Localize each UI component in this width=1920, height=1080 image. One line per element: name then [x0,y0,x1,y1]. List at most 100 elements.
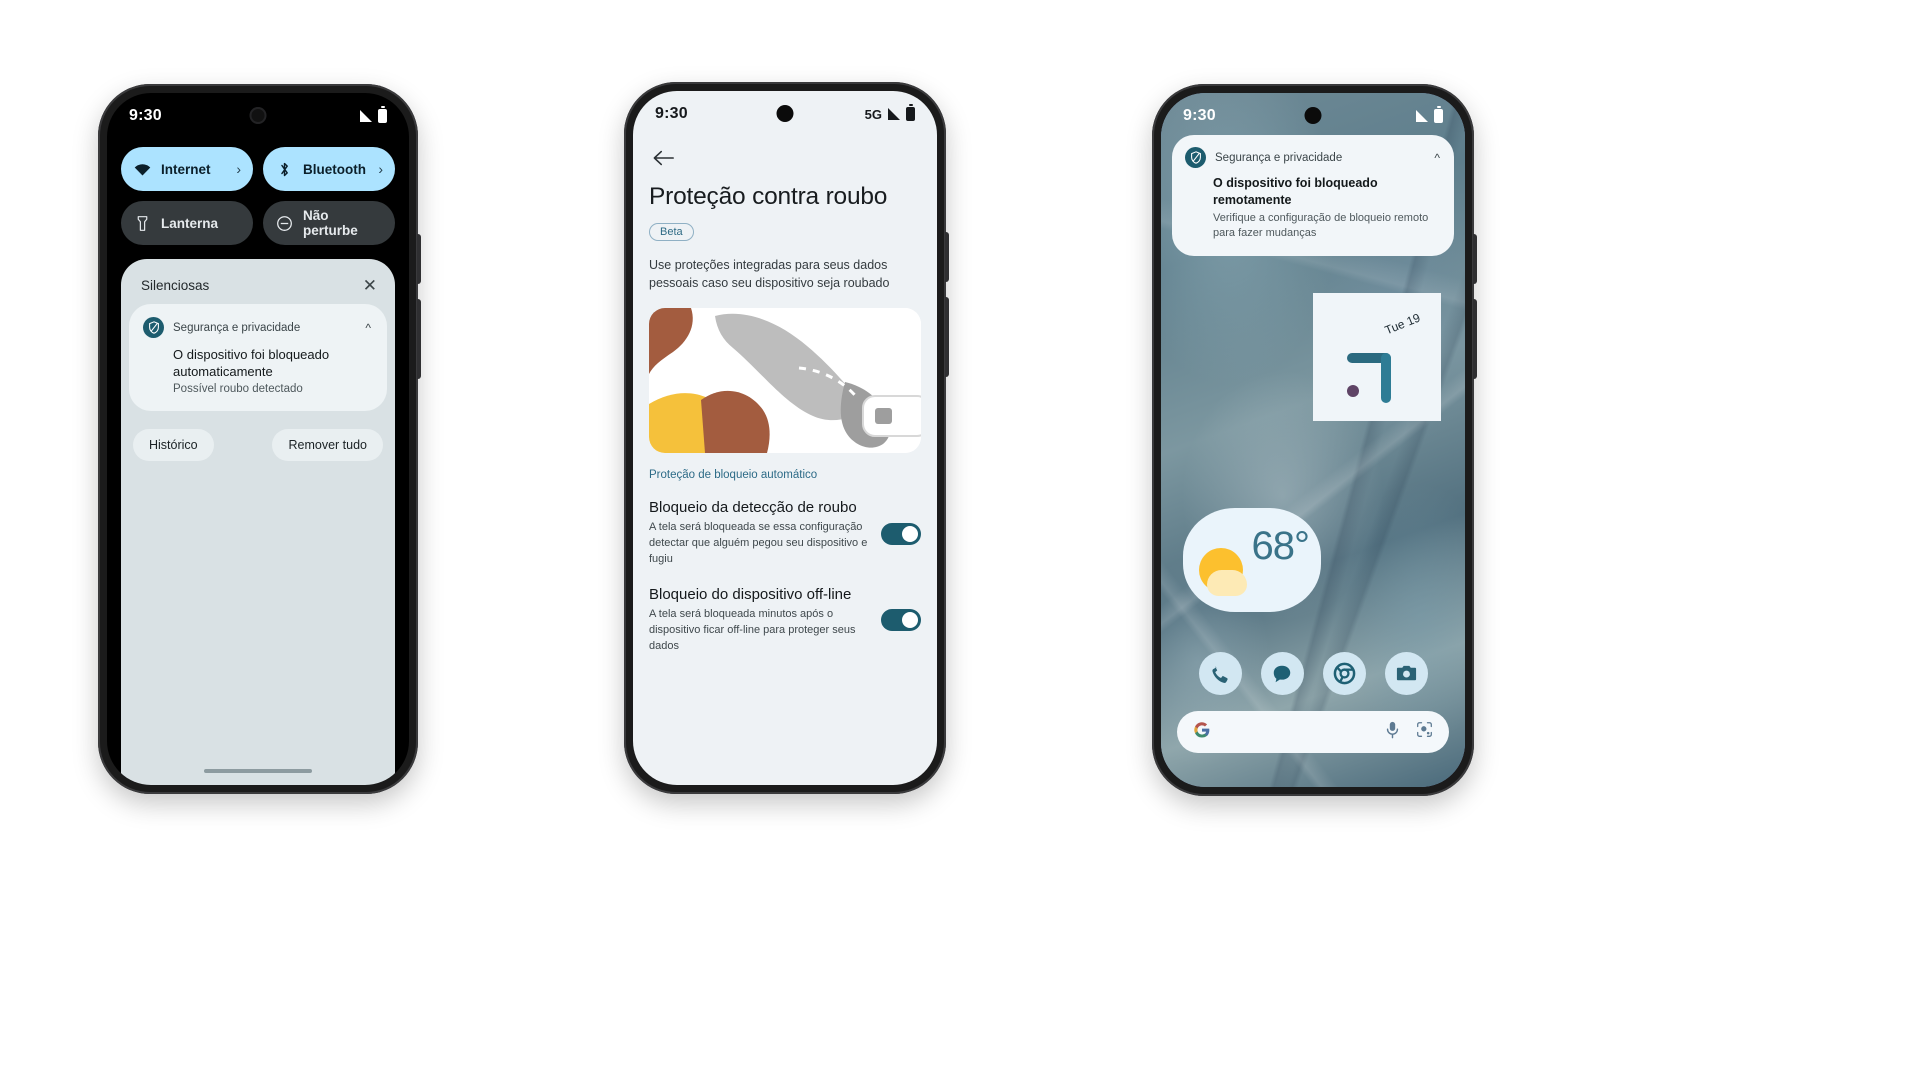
google-search-bar[interactable] [1177,711,1449,753]
do-not-disturb-icon [275,214,293,232]
flashlight-icon [133,214,151,232]
notification-header: Segurança e privacidade ^ [1185,147,1440,168]
signal-bars-icon [1416,110,1428,122]
notification-app-name: Segurança e privacidade [1215,151,1343,164]
power-button[interactable] [945,232,949,282]
phone-home-screen: 9:30 Segurança e privacidade ^ O disposi… [1152,84,1477,796]
chevron-right-icon: › [378,161,383,177]
cloud-shape [1207,570,1247,596]
google-lens-icon[interactable] [1416,721,1433,743]
chevron-up-icon[interactable]: ^ [1434,151,1440,165]
qs-tile-flashlight[interactable]: Lanterna [121,201,253,245]
notification-card[interactable]: Segurança e privacidade ^ O dispositivo … [129,304,387,412]
section-link[interactable]: Proteção de bloqueio automático [649,469,921,481]
settings-content: Proteção contra roubo Beta Use proteções… [633,183,937,785]
shield-icon [1185,147,1206,168]
wifi-icon [133,160,151,178]
qs-tile-dnd[interactable]: Não perturbe [263,201,395,245]
front-camera-icon [1304,107,1322,124]
status-time: 9:30 [655,105,688,122]
status-icons [360,106,387,123]
phone2-screen: 9:30 5G Proteção contra roubo Beta Use p… [633,91,937,785]
status-icons [1416,106,1443,123]
volume-button[interactable] [1473,299,1477,379]
setting-subtitle: A tela será bloqueada se essa configuraç… [649,521,868,566]
quick-settings-panel: Internet › Bluetooth › Lanterna Não pert… [107,139,409,245]
chevron-up-icon[interactable]: ^ [365,321,371,335]
signal-bars-icon [360,110,372,122]
status-time: 9:30 [129,107,162,124]
qs-label-bluetooth: Bluetooth [303,161,366,177]
setting-row-theft-detection[interactable]: Bloqueio da detecção de roubo A tela ser… [649,499,921,568]
setting-subtitle: A tela será bloqueada minutos após o dis… [649,608,856,652]
weather-temperature: 68° [1251,524,1310,568]
battery-icon [906,104,915,121]
qs-tile-internet[interactable]: Internet › [121,147,253,191]
clock-minute-hand [1381,353,1391,403]
battery-icon [1434,106,1443,123]
setting-title: Bloqueio do dispositivo off-line [649,586,852,604]
notification-app-name: Segurança e privacidade [173,321,301,334]
close-icon[interactable]: ✕ [363,277,377,294]
setting-text: Bloqueio da detecção de roubo A tela ser… [649,499,871,568]
power-button[interactable] [417,234,421,284]
setting-row-offline-lock[interactable]: Bloqueio do dispositivo off-line A tela … [649,586,921,655]
front-camera-icon [776,105,794,122]
status-icons: 5G [864,104,915,122]
power-button[interactable] [1473,234,1477,284]
phone-settings-page: 9:30 5G Proteção contra roubo Beta Use p… [624,82,949,794]
page-title: Proteção contra roubo [649,183,888,210]
hand-grabbing-phone-illustration [649,308,921,454]
setting-title: Bloqueio da detecção de roubo [649,499,857,517]
qs-tile-bluetooth[interactable]: Bluetooth › [263,147,395,191]
shade-actions: Histórico Remover tudo [121,411,395,462]
shade-header: Silenciosas ✕ [121,259,395,304]
search-bar-actions [1385,721,1433,744]
shield-icon [143,317,164,338]
phone1-screen: 9:30 Internet › Bluetooth › Lanterna Não… [107,93,409,785]
google-g-icon [1193,721,1211,744]
volume-button[interactable] [945,297,949,377]
toggle-theft-detection[interactable] [881,522,921,545]
qs-label-internet: Internet [161,161,211,177]
camera-icon[interactable] [1384,652,1428,695]
network-type-label: 5G [864,106,882,122]
clear-all-button[interactable]: Remover tudo [272,429,383,462]
history-button[interactable]: Histórico [133,429,214,462]
notification-subtitle: Possível roubo detectado [173,383,303,396]
page-description: Use proteções integradas para seus dados… [649,258,890,291]
quick-settings-grid: Internet › Bluetooth › Lanterna Não pert… [121,147,395,245]
front-camera-icon [249,107,267,124]
notification-header: Segurança e privacidade ^ [143,317,371,338]
notification-card[interactable]: Segurança e privacidade ^ O dispositivo … [1172,135,1454,256]
message-bubble-icon[interactable] [1260,652,1304,695]
screenshot-stage: 9:30 Internet › Bluetooth › Lanterna Não… [0,0,1920,1080]
weather-widget[interactable]: 68° [1183,508,1321,612]
qs-label-dnd: Não perturbe [303,208,358,238]
app-dock [1161,652,1465,695]
qs-label-flashlight: Lanterna [161,215,219,231]
notification-title: O dispositivo foi bloqueado automaticame… [173,347,330,380]
toggle-offline-lock[interactable] [881,609,921,632]
microphone-icon[interactable] [1385,721,1400,744]
phone-quick-settings: 9:30 Internet › Bluetooth › Lanterna Não… [98,84,421,794]
clock-center-dot [1347,385,1359,397]
chevron-right-icon: › [236,161,241,177]
clock-widget[interactable]: Tue 19 [1313,293,1441,421]
phone-icon[interactable] [1198,652,1242,695]
chrome-icon[interactable] [1322,652,1366,695]
notification-subtitle: Verifique a configuração de bloqueio rem… [1213,212,1429,240]
status-badge: Beta [649,223,694,241]
shade-section-title: Silenciosas [141,278,210,293]
phone3-screen: 9:30 Segurança e privacidade ^ O disposi… [1161,93,1465,787]
status-time: 9:30 [1183,107,1216,124]
notification-title: O dispositivo foi bloqueado remotamente [1213,176,1378,207]
gesture-bar[interactable] [204,769,312,773]
back-arrow-icon[interactable] [653,147,675,173]
signal-bars-icon [888,108,900,120]
battery-icon [378,106,387,123]
setting-text: Bloqueio do dispositivo off-line A tela … [649,586,871,655]
notification-shade: Silenciosas ✕ Segurança e privacidade ^ … [121,259,395,785]
bluetooth-icon [275,160,293,178]
volume-button[interactable] [417,299,421,379]
